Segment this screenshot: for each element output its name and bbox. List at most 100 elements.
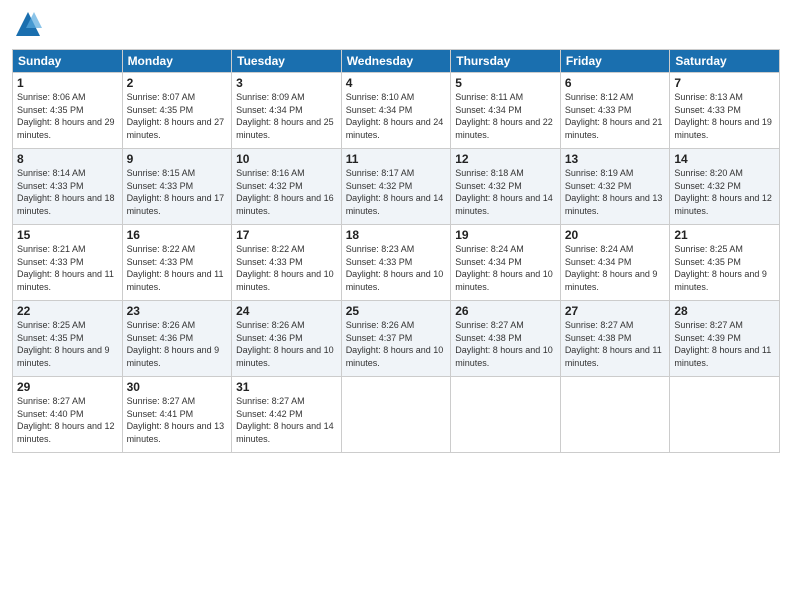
- day-number: 26: [455, 304, 556, 318]
- day-number: 16: [127, 228, 228, 242]
- week-row-2: 8 Sunrise: 8:14 AMSunset: 4:33 PMDaylight…: [13, 149, 780, 225]
- day-number: 4: [346, 76, 447, 90]
- calendar-cell: 7Sunrise: 8:13 AMSunset: 4:33 PMDaylight…: [670, 73, 780, 149]
- day-number: 13: [565, 152, 666, 166]
- calendar-cell: 2 Sunrise: 8:07 AMSunset: 4:35 PMDaylight…: [122, 73, 232, 149]
- calendar-cell: 13Sunrise: 8:19 AMSunset: 4:32 PMDayligh…: [560, 149, 670, 225]
- day-info: Sunrise: 8:27 AMSunset: 4:41 PMDaylight:…: [127, 396, 225, 444]
- calendar-cell: 26 Sunrise: 8:27 AMSunset: 4:38 PMDayligh…: [451, 301, 561, 377]
- calendar-cell: [451, 377, 561, 453]
- weekday-header-saturday: Saturday: [670, 50, 780, 73]
- calendar-cell: [341, 377, 451, 453]
- day-number: 21: [674, 228, 775, 242]
- weekday-header-friday: Friday: [560, 50, 670, 73]
- day-info: Sunrise: 8:25 AMSunset: 4:35 PMDaylight:…: [17, 320, 110, 368]
- day-number: 15: [17, 228, 118, 242]
- calendar-cell: 29 Sunrise: 8:27 AMSunset: 4:40 PMDayligh…: [13, 377, 123, 453]
- day-info: Sunrise: 8:16 AMSunset: 4:32 PMDaylight:…: [236, 168, 334, 216]
- calendar-cell: 15 Sunrise: 8:21 AMSunset: 4:33 PMDayligh…: [13, 225, 123, 301]
- day-number: 19: [455, 228, 556, 242]
- weekday-header-wednesday: Wednesday: [341, 50, 451, 73]
- day-number: 2: [127, 76, 228, 90]
- day-number: 23: [127, 304, 228, 318]
- calendar-cell: 25Sunrise: 8:26 AMSunset: 4:37 PMDayligh…: [341, 301, 451, 377]
- day-number: 25: [346, 304, 447, 318]
- day-info: Sunrise: 8:14 AMSunset: 4:33 PMDaylight:…: [17, 168, 115, 216]
- day-info: Sunrise: 8:27 AMSunset: 4:39 PMDaylight:…: [674, 320, 771, 368]
- day-number: 6: [565, 76, 666, 90]
- day-number: 18: [346, 228, 447, 242]
- day-info: Sunrise: 8:23 AMSunset: 4:33 PMDaylight:…: [346, 244, 444, 292]
- calendar-cell: 10 Sunrise: 8:16 AMSunset: 4:32 PMDayligh…: [232, 149, 342, 225]
- calendar-cell: [670, 377, 780, 453]
- logo-icon: [14, 10, 42, 38]
- calendar-cell: 30Sunrise: 8:27 AMSunset: 4:41 PMDayligh…: [122, 377, 232, 453]
- day-number: 5: [455, 76, 556, 90]
- calendar-cell: 1 Sunrise: 8:06 AMSunset: 4:35 PMDaylight…: [13, 73, 123, 149]
- day-number: 24: [236, 304, 337, 318]
- weekday-header-tuesday: Tuesday: [232, 50, 342, 73]
- calendar-cell: 3Sunrise: 8:09 AMSunset: 4:34 PMDaylight…: [232, 73, 342, 149]
- calendar-cell: 4 Sunrise: 8:10 AMSunset: 4:34 PMDaylight…: [341, 73, 451, 149]
- day-number: 20: [565, 228, 666, 242]
- calendar-cell: 27Sunrise: 8:27 AMSunset: 4:38 PMDayligh…: [560, 301, 670, 377]
- calendar-cell: 9 Sunrise: 8:15 AMSunset: 4:33 PMDaylight…: [122, 149, 232, 225]
- calendar-cell: 16 Sunrise: 8:22 AMSunset: 4:33 PMDayligh…: [122, 225, 232, 301]
- calendar-cell: 17 Sunrise: 8:22 AMSunset: 4:33 PMDayligh…: [232, 225, 342, 301]
- day-info: Sunrise: 8:24 AMSunset: 4:34 PMDaylight:…: [455, 244, 553, 292]
- day-number: 29: [17, 380, 118, 394]
- calendar-cell: 20 Sunrise: 8:24 AMSunset: 4:34 PMDayligh…: [560, 225, 670, 301]
- weekday-header-row: SundayMondayTuesdayWednesdayThursdayFrid…: [13, 50, 780, 73]
- day-number: 3: [236, 76, 337, 90]
- day-number: 31: [236, 380, 337, 394]
- calendar-cell: 19 Sunrise: 8:24 AMSunset: 4:34 PMDayligh…: [451, 225, 561, 301]
- day-info: Sunrise: 8:20 AMSunset: 4:32 PMDaylight:…: [674, 168, 772, 216]
- calendar-cell: 12Sunrise: 8:18 AMSunset: 4:32 PMDayligh…: [451, 149, 561, 225]
- day-info: Sunrise: 8:07 AMSunset: 4:35 PMDaylight:…: [127, 92, 225, 140]
- day-info: Sunrise: 8:10 AMSunset: 4:34 PMDaylight:…: [346, 92, 444, 140]
- day-number: 14: [674, 152, 775, 166]
- calendar-cell: 14 Sunrise: 8:20 AMSunset: 4:32 PMDayligh…: [670, 149, 780, 225]
- day-info: Sunrise: 8:25 AMSunset: 4:35 PMDaylight:…: [674, 244, 767, 292]
- page-container: SundayMondayTuesdayWednesdayThursdayFrid…: [0, 0, 792, 461]
- day-info: Sunrise: 8:21 AMSunset: 4:33 PMDaylight:…: [17, 244, 114, 292]
- day-info: Sunrise: 8:27 AMSunset: 4:38 PMDaylight:…: [455, 320, 553, 368]
- weekday-header-monday: Monday: [122, 50, 232, 73]
- calendar-cell: 22 Sunrise: 8:25 AMSunset: 4:35 PMDayligh…: [13, 301, 123, 377]
- calendar-cell: 28 Sunrise: 8:27 AMSunset: 4:39 PMDayligh…: [670, 301, 780, 377]
- day-number: 8: [17, 152, 118, 166]
- day-info: Sunrise: 8:27 AMSunset: 4:40 PMDaylight:…: [17, 396, 115, 444]
- day-info: Sunrise: 8:15 AMSunset: 4:33 PMDaylight:…: [127, 168, 225, 216]
- day-number: 27: [565, 304, 666, 318]
- day-number: 17: [236, 228, 337, 242]
- day-info: Sunrise: 8:27 AMSunset: 4:42 PMDaylight:…: [236, 396, 334, 444]
- week-row-4: 22 Sunrise: 8:25 AMSunset: 4:35 PMDayligh…: [13, 301, 780, 377]
- day-number: 10: [236, 152, 337, 166]
- calendar-cell: 31 Sunrise: 8:27 AMSunset: 4:42 PMDayligh…: [232, 377, 342, 453]
- calendar-cell: 8 Sunrise: 8:14 AMSunset: 4:33 PMDaylight…: [13, 149, 123, 225]
- day-info: Sunrise: 8:06 AMSunset: 4:35 PMDaylight:…: [17, 92, 115, 140]
- day-info: Sunrise: 8:11 AMSunset: 4:34 PMDaylight:…: [455, 92, 553, 140]
- day-info: Sunrise: 8:22 AMSunset: 4:33 PMDaylight:…: [236, 244, 334, 292]
- calendar-cell: 18 Sunrise: 8:23 AMSunset: 4:33 PMDayligh…: [341, 225, 451, 301]
- calendar-cell: 6Sunrise: 8:12 AMSunset: 4:33 PMDaylight…: [560, 73, 670, 149]
- calendar-cell: 21 Sunrise: 8:25 AMSunset: 4:35 PMDayligh…: [670, 225, 780, 301]
- day-info: Sunrise: 8:22 AMSunset: 4:33 PMDaylight:…: [127, 244, 224, 292]
- day-number: 22: [17, 304, 118, 318]
- day-info: Sunrise: 8:17 AMSunset: 4:32 PMDaylight:…: [346, 168, 444, 216]
- day-info: Sunrise: 8:13 AMSunset: 4:33 PMDaylight:…: [674, 92, 772, 140]
- header: [12, 10, 780, 43]
- day-info: Sunrise: 8:26 AMSunset: 4:36 PMDaylight:…: [127, 320, 220, 368]
- calendar-table: SundayMondayTuesdayWednesdayThursdayFrid…: [12, 49, 780, 453]
- day-number: 28: [674, 304, 775, 318]
- day-number: 9: [127, 152, 228, 166]
- logo: [12, 10, 42, 43]
- day-number: 1: [17, 76, 118, 90]
- calendar-cell: 24 Sunrise: 8:26 AMSunset: 4:36 PMDayligh…: [232, 301, 342, 377]
- calendar-cell: [560, 377, 670, 453]
- day-info: Sunrise: 8:26 AMSunset: 4:36 PMDaylight:…: [236, 320, 334, 368]
- calendar-cell: 23 Sunrise: 8:26 AMSunset: 4:36 PMDayligh…: [122, 301, 232, 377]
- week-row-3: 15 Sunrise: 8:21 AMSunset: 4:33 PMDayligh…: [13, 225, 780, 301]
- day-info: Sunrise: 8:24 AMSunset: 4:34 PMDaylight:…: [565, 244, 658, 292]
- day-info: Sunrise: 8:18 AMSunset: 4:32 PMDaylight:…: [455, 168, 553, 216]
